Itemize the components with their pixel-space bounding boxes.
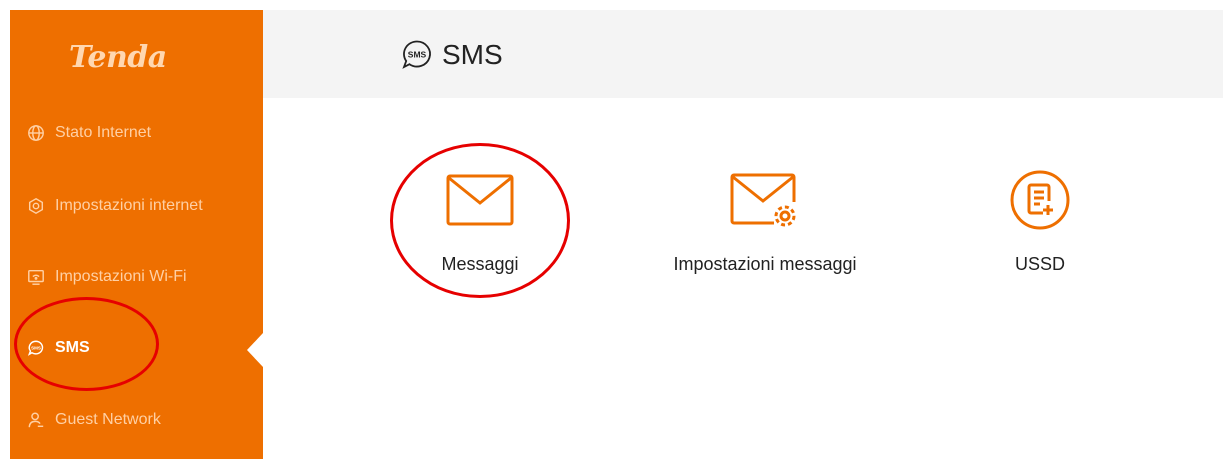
- envelope-gear-icon: [730, 170, 800, 230]
- svg-text:SMS: SMS: [31, 346, 41, 351]
- sidebar-item-label: Stato Internet: [55, 124, 152, 141]
- wifi-monitor-icon: [27, 268, 45, 286]
- sidebar-item-guest-network[interactable]: Guest Network: [27, 405, 161, 435]
- page: Tenda Stato Internet Impostazioni intern…: [0, 0, 1223, 459]
- sidebar-item-label: Impostazioni Wi-Fi: [55, 268, 187, 285]
- messaggi-tile[interactable]: Messaggi: [430, 170, 530, 275]
- sidebar-item-impostazioni-wifi[interactable]: Impostazioni Wi-Fi: [27, 262, 187, 292]
- envelope-icon: [446, 170, 514, 230]
- sidebar-item-impostazioni-internet[interactable]: Impostazioni internet: [27, 191, 203, 221]
- page-header: SMS SMS: [263, 10, 1223, 98]
- ussd-label: USSD: [1014, 254, 1065, 274]
- globe-icon: [27, 124, 45, 142]
- guest-user-icon: [27, 411, 45, 429]
- sidebar: Tenda Stato Internet Impostazioni intern…: [10, 10, 263, 459]
- messaggi-label: Messaggi: [441, 254, 519, 274]
- settings-hexagon-icon: [27, 197, 45, 215]
- svg-text:SMS: SMS: [408, 50, 427, 60]
- tenda-logo: Tenda: [69, 40, 167, 75]
- sms-bubble-icon: SMS: [400, 38, 434, 72]
- impostazioni-messaggi-label: Impostazioni messaggi: [673, 254, 857, 274]
- sidebar-item-label: Guest Network: [55, 411, 161, 428]
- page-title: SMS SMS: [400, 38, 503, 72]
- sidebar-item-label: Impostazioni internet: [55, 197, 203, 214]
- sms-bubble-icon: SMS: [27, 339, 45, 357]
- sidebar-item-label: SMS: [55, 339, 90, 356]
- impostazioni-messaggi-tile[interactable]: Impostazioni messaggi: [650, 170, 880, 275]
- document-plus-icon: [1009, 170, 1071, 230]
- active-item-indicator: [247, 333, 263, 367]
- page-title-text: SMS: [442, 39, 503, 70]
- sidebar-item-sms[interactable]: SMS SMS: [27, 333, 90, 363]
- ussd-tile[interactable]: USSD: [990, 170, 1090, 275]
- sidebar-item-stato-internet[interactable]: Stato Internet: [27, 118, 151, 148]
